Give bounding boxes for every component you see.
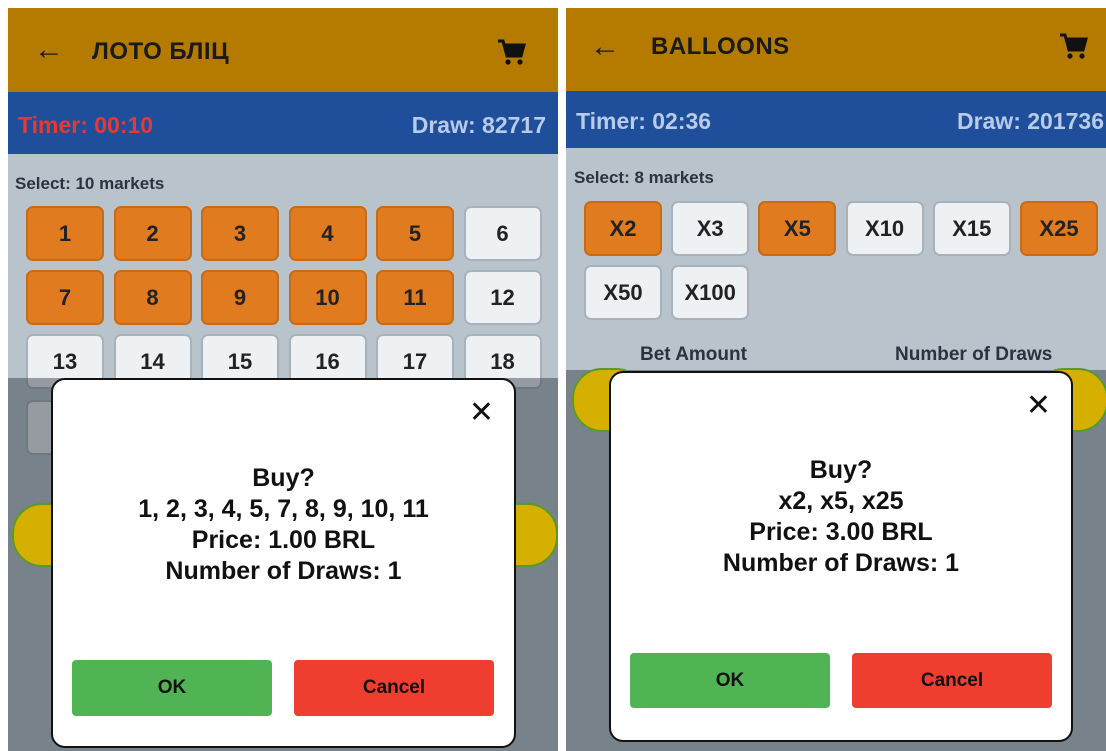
market-button[interactable]: X3 [671,201,750,256]
dialog-selection: 1, 2, 3, 4, 5, 7, 8, 9, 10, 11 [138,495,429,523]
draw-info-bar: Timer: 00:10 Draw: 82717 [8,92,558,154]
ok-button[interactable]: OK [72,660,272,716]
market-button[interactable]: 2 [113,206,192,261]
page-title: BALLOONS [651,33,790,60]
dialog-message: Buy? x2, x5, x25 Price: 3.00 BRL Number … [611,455,1071,579]
page-title: ЛОТО БЛІЦ [92,38,230,65]
market-button[interactable]: 6 [463,206,542,261]
lotto-blitz-screen: ← ЛОТО БЛІЦ Timer: 00:10 Draw: 82717 Sel… [8,8,558,751]
close-icon[interactable]: ✕ [1026,391,1051,421]
market-button[interactable]: X25 [1020,201,1098,256]
dialog-title: Buy? [252,464,315,492]
market-button[interactable]: 11 [376,270,454,325]
cart-icon[interactable] [1058,32,1088,60]
market-button[interactable]: X5 [758,201,837,256]
timer: Timer: 02:36 [576,108,712,134]
app-header: ← ЛОТО БЛІЦ [8,8,558,92]
buy-confirm-dialog: ✕ Buy? x2, x5, x25 Price: 3.00 BRL Numbe… [609,371,1073,742]
dialog-price: Price: 3.00 BRL [749,518,933,546]
dialog-price: Price: 1.00 BRL [191,526,376,554]
app-header: ← BALLOONS [566,8,1106,91]
market-button[interactable]: X15 [932,201,1011,256]
draw-info-bar: Timer: 02:36 Draw: 201736 [566,91,1106,148]
draw-number: Draw: 201736 [956,108,1104,134]
arrow-left-icon[interactable]: ← [34,35,64,65]
dialog-selection: x2, x5, x25 [778,487,904,515]
market-button[interactable]: 10 [288,270,367,325]
market-button[interactable]: X50 [584,265,662,320]
arrow-left-icon[interactable]: ← [590,32,620,62]
ok-button[interactable]: OK [630,653,830,708]
market-button[interactable]: 8 [113,270,192,325]
market-button[interactable]: X10 [845,201,924,256]
market-button[interactable]: 7 [26,270,104,325]
dialog-draws: Number of Draws: 1 [722,549,960,577]
dialog-message: Buy? 1, 2, 3, 4, 5, 7, 8, 9, 10, 11 Pric… [53,463,514,587]
number-of-draws-label: Number of Draws [895,344,1053,365]
timer: Timer: 00:10 [18,112,154,138]
cart-icon[interactable] [496,38,526,66]
select-count-label: Select: 10 markets [15,174,165,193]
buy-confirm-dialog: ✕ Buy? 1, 2, 3, 4, 5, 7, 8, 9, 10, 11 Pr… [51,378,516,748]
market-button[interactable]: 9 [201,270,279,325]
market-button[interactable]: 1 [26,206,104,261]
draw-number: Draw: 82717 [411,112,546,138]
market-button[interactable]: X2 [584,201,662,256]
cancel-button[interactable]: Cancel [852,653,1052,708]
dialog-title: Buy? [809,456,873,484]
balloons-screen: ← BALLOONS Timer: 02:36 Draw: 201736 Sel… [566,8,1106,751]
close-icon[interactable]: ✕ [469,398,494,428]
market-button[interactable]: 12 [463,270,542,325]
market-button[interactable]: 5 [376,206,454,261]
market-button[interactable]: 3 [201,206,279,261]
market-button[interactable]: X100 [671,265,750,320]
dialog-draws: Number of Draws: 1 [165,557,402,585]
select-count-label: Select: 8 markets [574,168,714,187]
cancel-button[interactable]: Cancel [294,660,494,716]
market-button[interactable]: 4 [288,206,367,261]
bet-amount-label: Bet Amount [640,344,747,365]
